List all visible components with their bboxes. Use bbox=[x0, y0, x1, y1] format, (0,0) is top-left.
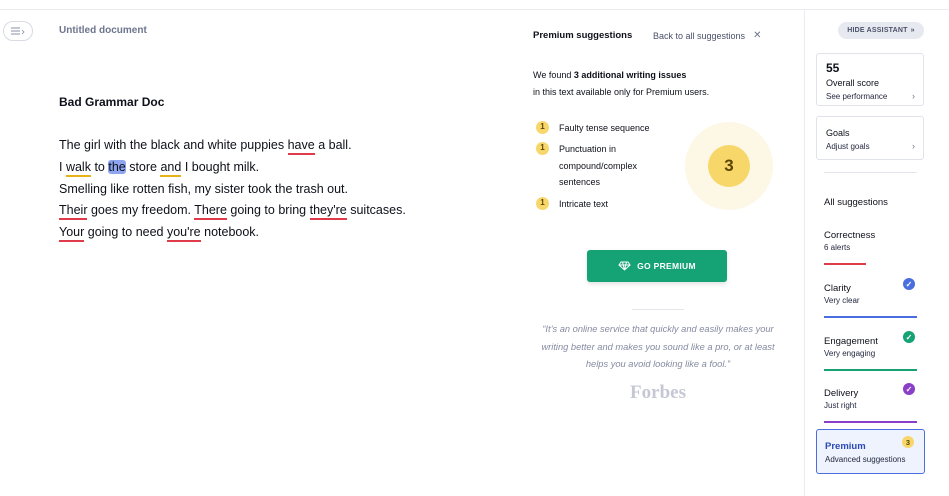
category-correctness[interactable]: Correctness 6 alerts bbox=[824, 230, 917, 265]
premium-issue: 1 Intricate text bbox=[536, 196, 667, 213]
category-engagement[interactable]: Engagement Very engaging ✓ bbox=[824, 331, 917, 371]
document-menu-button[interactable] bbox=[3, 21, 33, 41]
text-run: notebook. bbox=[200, 225, 260, 240]
issue-label: Intricate text bbox=[559, 199, 609, 209]
category-status: Very clear bbox=[824, 296, 860, 305]
diamond-icon bbox=[618, 261, 631, 271]
text-run: a ball. bbox=[314, 138, 352, 152]
category-name: Delivery bbox=[824, 388, 859, 399]
category-status: 6 alerts bbox=[824, 243, 851, 252]
error-underline[interactable]: have bbox=[287, 138, 315, 155]
document-line[interactable]: Their goes my freedom. There going to br… bbox=[59, 200, 406, 222]
goals-card[interactable]: Goals Adjust goals › bbox=[816, 116, 924, 160]
category-progress-bar bbox=[824, 263, 866, 265]
category-progress-bar bbox=[824, 421, 917, 423]
error-underline[interactable]: There bbox=[194, 203, 227, 221]
issue-count-badge: 1 bbox=[536, 121, 549, 134]
found-issues-text: We found 3 additional writing issues in … bbox=[533, 67, 709, 101]
document-body[interactable]: The girl with the black and white puppie… bbox=[59, 135, 406, 244]
premium-status: Advanced suggestions bbox=[825, 455, 906, 464]
text-run: Smelling like rotten fish, my sister too… bbox=[59, 181, 349, 196]
issue-label: Faulty tense sequence bbox=[559, 123, 650, 133]
divider bbox=[632, 309, 684, 310]
text-run: I bbox=[59, 159, 66, 174]
text-run: suitcases. bbox=[346, 203, 406, 218]
category-progress-bar bbox=[824, 316, 917, 318]
premium-issue: 1 Faulty tense sequence bbox=[536, 120, 667, 137]
back-to-suggestions-link[interactable]: Back to all suggestions ✕ bbox=[653, 30, 761, 41]
document-heading[interactable]: Bad Grammar Doc bbox=[59, 95, 164, 109]
issue-count-badge: 1 bbox=[536, 142, 549, 155]
text-run: going to need bbox=[84, 225, 167, 240]
category-name: Correctness bbox=[824, 230, 876, 241]
double-chevron-right-icon: » bbox=[910, 27, 915, 34]
testimonial-quote: “It’s an online service that quickly and… bbox=[541, 324, 775, 369]
menu-icon bbox=[11, 27, 25, 35]
document-line[interactable]: Your going to need you're notebook. bbox=[59, 222, 406, 244]
overall-score-label: Overall score bbox=[826, 78, 880, 88]
error-underline[interactable]: they're bbox=[309, 203, 347, 221]
category-name: Engagement bbox=[824, 336, 878, 347]
premium-issue: 1 Punctuation in compound/complex senten… bbox=[536, 141, 667, 191]
overall-score-card[interactable]: 55 Overall score See performance › bbox=[816, 53, 924, 106]
text-run: to bbox=[90, 159, 109, 174]
premium-name: Premium bbox=[825, 441, 866, 452]
hide-assistant-label: HIDE ASSISTANT bbox=[847, 27, 908, 34]
category-delivery[interactable]: Delivery Just right ✓ bbox=[824, 383, 917, 423]
error-underline[interactable]: Their bbox=[59, 203, 88, 221]
found-count: 3 additional writing issues bbox=[573, 70, 687, 80]
overall-score-value: 55 bbox=[826, 61, 840, 75]
document-line[interactable]: The girl with the black and white puppie… bbox=[59, 135, 406, 157]
see-performance-link[interactable]: See performance bbox=[826, 92, 887, 101]
found-suffix: in this text available only for Premium … bbox=[533, 87, 710, 97]
text-run: goes my freedom. bbox=[87, 203, 195, 218]
document-line[interactable]: I walk to the store and I bought milk. bbox=[59, 157, 406, 179]
go-premium-button[interactable]: GO PREMIUM bbox=[587, 250, 727, 282]
all-suggestions-link[interactable]: All suggestions bbox=[824, 197, 888, 208]
chevron-right-icon: › bbox=[912, 91, 915, 101]
category-status: Just right bbox=[824, 401, 857, 410]
back-link-label: Back to all suggestions bbox=[653, 30, 746, 41]
check-icon: ✓ bbox=[903, 383, 915, 395]
category-name: Clarity bbox=[824, 283, 851, 294]
text-run: The girl with the black and white puppie… bbox=[59, 138, 288, 152]
check-icon: ✓ bbox=[903, 278, 915, 290]
found-prefix: We found bbox=[533, 70, 574, 80]
issue-label: Punctuation in compound/complex sentence… bbox=[559, 144, 638, 187]
check-icon: ✓ bbox=[903, 331, 915, 343]
forbes-logo: Forbes bbox=[630, 382, 686, 403]
error-underline[interactable]: Your bbox=[59, 225, 85, 243]
premium-count-badge: 3 bbox=[902, 436, 914, 448]
go-premium-label: GO PREMIUM bbox=[637, 261, 696, 271]
premium-category-card[interactable]: Premium Advanced suggestions 3 bbox=[816, 429, 925, 474]
goals-label: Goals bbox=[826, 128, 850, 138]
document-line[interactable]: Smelling like rotten fish, my sister too… bbox=[59, 179, 406, 201]
text-run: going to bring bbox=[226, 203, 310, 218]
top-border bbox=[0, 0, 949, 10]
premium-score-circle: 3 bbox=[708, 145, 750, 187]
warning-underline[interactable]: walk bbox=[65, 159, 91, 177]
hide-assistant-button[interactable]: HIDE ASSISTANT » bbox=[838, 22, 924, 39]
divider bbox=[824, 172, 917, 173]
category-clarity[interactable]: Clarity Very clear ✓ bbox=[824, 278, 917, 318]
category-status: Very engaging bbox=[824, 349, 876, 358]
selected-text[interactable]: the bbox=[108, 159, 126, 174]
chevron-right-icon: › bbox=[912, 141, 915, 151]
text-run: I bought milk. bbox=[181, 159, 260, 174]
panel-title: Premium suggestions bbox=[533, 30, 633, 41]
text-run: store bbox=[125, 159, 161, 174]
category-progress-bar bbox=[824, 369, 917, 371]
issue-count-badge: 1 bbox=[536, 197, 549, 210]
adjust-goals-link[interactable]: Adjust goals bbox=[826, 142, 870, 151]
warning-underline[interactable]: and bbox=[160, 159, 182, 177]
error-underline[interactable]: you're bbox=[166, 225, 201, 243]
close-icon[interactable]: ✕ bbox=[753, 30, 761, 41]
document-title[interactable]: Untitled document bbox=[59, 25, 147, 36]
